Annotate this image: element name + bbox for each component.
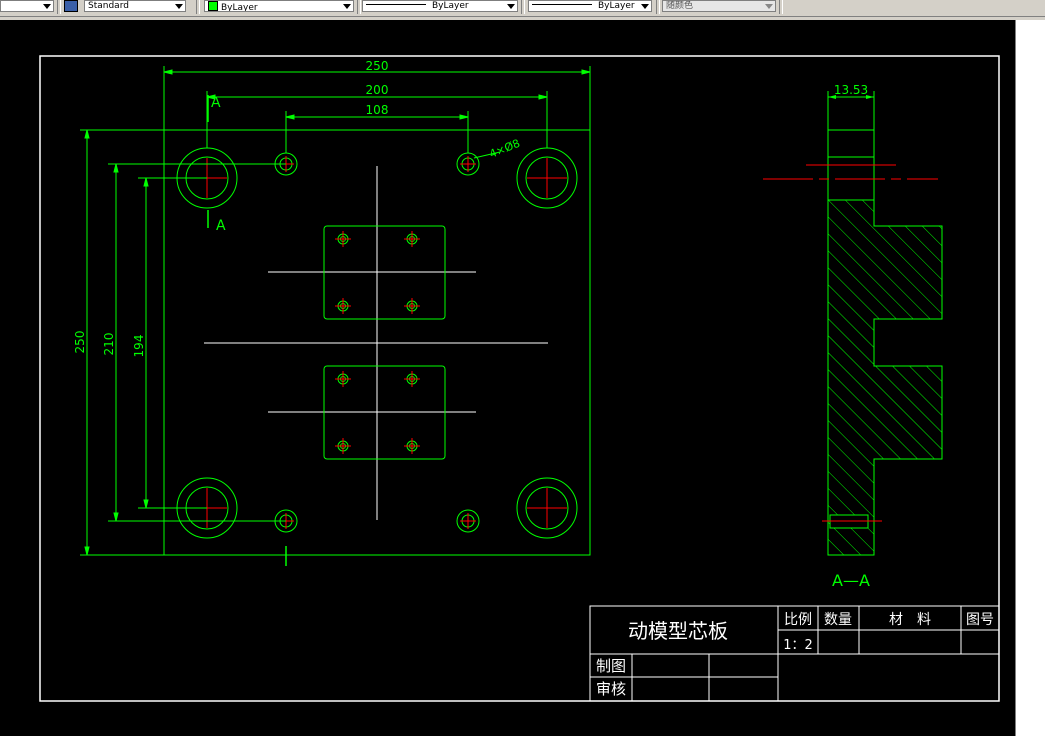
toolbar-separator	[57, 0, 61, 14]
plot-style-value: 随颜色	[666, 1, 694, 11]
center-mark	[404, 438, 420, 454]
qty-header: 数量	[824, 612, 852, 628]
section-label-top: A	[211, 95, 221, 111]
center-mark	[404, 371, 420, 387]
right-scroll-panel[interactable]	[1015, 20, 1045, 736]
cad-drawing: 250 200 108 250 210 194 4×Ø8 A A 13.53 A…	[39, 55, 1000, 702]
scale-value: 1：2	[783, 638, 813, 653]
toolbar-separator	[521, 0, 525, 14]
dim-text-thickness: 13.53	[834, 83, 868, 97]
lineweight-value: ByLayer	[598, 1, 635, 11]
layer-dropdown[interactable]	[0, 0, 54, 12]
center-mark	[335, 231, 351, 247]
center-mark	[460, 513, 476, 529]
chevron-down-icon	[641, 4, 649, 9]
text-style-icon[interactable]	[64, 0, 78, 12]
linetype-value: ByLayer	[432, 1, 469, 11]
text-style-value: Standard	[88, 1, 129, 11]
toolbar-separator	[357, 0, 361, 14]
dim-text-194: 194	[132, 335, 146, 358]
center-mark	[460, 156, 476, 172]
dim-text-250v: 250	[73, 331, 87, 354]
lineweight-sample-icon	[532, 4, 592, 5]
lineweight-dropdown[interactable]: ByLayer	[528, 0, 652, 12]
chevron-down-icon	[175, 4, 183, 9]
plot-style-dropdown[interactable]: 随颜色	[662, 0, 776, 12]
construction-lines	[204, 166, 548, 520]
hole-note-text: 4×Ø8	[487, 137, 521, 161]
section-hatched-body[interactable]	[827, 199, 943, 556]
drawing-canvas[interactable]: 250 200 108 250 210 194 4×Ø8 A A 13.53 A…	[0, 20, 1015, 736]
chevron-down-icon	[765, 4, 773, 9]
linetype-sample-icon	[366, 4, 426, 5]
color-swatch-icon	[208, 1, 218, 11]
dim-text-200: 200	[366, 83, 389, 97]
center-mark	[527, 158, 567, 198]
linetype-dropdown[interactable]: ByLayer	[362, 0, 518, 12]
drawing-no-header: 图号	[966, 612, 994, 628]
chevron-down-icon	[343, 4, 351, 9]
text-style-dropdown[interactable]: Standard	[84, 0, 186, 12]
color-value: ByLayer	[221, 3, 258, 12]
material-header: 材 料	[889, 612, 931, 628]
center-mark	[335, 371, 351, 387]
toolbar-separator	[196, 0, 200, 14]
scale-header: 比例	[784, 612, 812, 628]
dim-text-210: 210	[102, 333, 116, 356]
checked-by-label: 审核	[596, 680, 626, 698]
center-mark	[404, 231, 420, 247]
color-dropdown[interactable]: ByLayer	[204, 0, 354, 12]
drawn-by-label: 制图	[596, 657, 626, 675]
section-cut-marks	[207, 95, 287, 566]
center-mark	[335, 298, 351, 314]
toolbar-separator	[656, 0, 660, 14]
properties-toolbar: Standard ByLayer ByLayer ByLayer 随颜色	[0, 0, 1045, 17]
center-mark	[335, 438, 351, 454]
center-mark	[404, 298, 420, 314]
chevron-down-icon	[507, 4, 515, 9]
section-label-bottom: A	[216, 218, 226, 234]
part-name: 动模型芯板	[628, 619, 728, 643]
dim-text-250: 250	[366, 59, 389, 73]
toolbar-separator	[779, 0, 783, 14]
dim-text-108: 108	[366, 103, 389, 117]
section-view-title: A—A	[832, 571, 870, 590]
chevron-down-icon	[43, 4, 51, 9]
center-mark	[527, 488, 567, 528]
